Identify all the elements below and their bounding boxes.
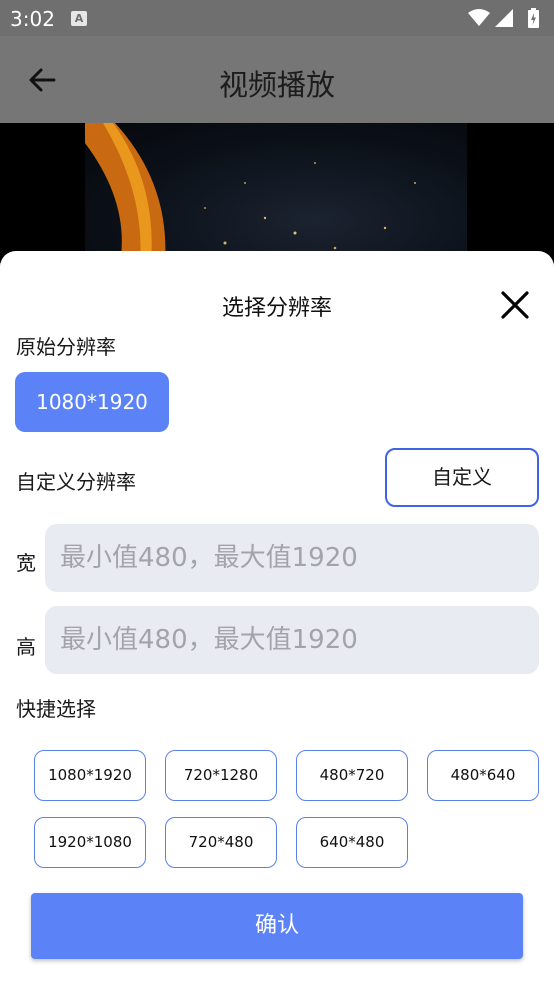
wifi-icon	[468, 9, 490, 26]
video-frame-image	[85, 123, 437, 263]
notification-a-icon: A	[71, 11, 87, 26]
sheet-title: 选择分辨率	[221, 296, 332, 321]
height-input[interactable]	[45, 606, 539, 674]
signal-icon	[495, 9, 513, 27]
quick-option-720x1280[interactable]: 720*1280	[165, 750, 277, 801]
height-label: 高	[16, 635, 36, 659]
quick-option-1920x1080[interactable]: 1920*1080	[34, 817, 146, 868]
width-label: 宽	[16, 551, 36, 575]
confirm-button[interactable]: 确认	[31, 893, 523, 959]
width-input[interactable]	[45, 524, 539, 592]
quick-option-720x480[interactable]: 720*480	[165, 817, 277, 868]
app-screen: 3:02 A 视频播放 选择分辨率 原始分辨率 1080*1920 自定义分辨率…	[0, 0, 554, 984]
quick-select-label: 快捷选择	[16, 697, 96, 721]
custom-resolution-button[interactable]: 自定义	[385, 448, 539, 507]
video-frame	[85, 123, 467, 263]
original-resolution-label: 原始分辨率	[16, 335, 116, 359]
app-bar: 视频播放	[0, 36, 554, 123]
close-icon[interactable]	[500, 290, 530, 320]
video-player[interactable]	[0, 123, 554, 263]
quick-option-480x640[interactable]: 480*640	[427, 750, 539, 801]
status-bar: 3:02 A	[0, 0, 554, 36]
page-title: 视频播放	[218, 68, 335, 102]
battery-charging-icon	[528, 8, 539, 28]
status-icons	[468, 7, 544, 29]
quick-option-640x480[interactable]: 640*480	[296, 817, 408, 868]
resolution-sheet: 选择分辨率 原始分辨率 1080*1920 自定义分辨率 自定义 宽 高 快捷选…	[0, 251, 554, 984]
original-resolution-button[interactable]: 1080*1920	[15, 372, 169, 432]
status-time: 3:02	[10, 7, 55, 31]
quick-option-1080x1920[interactable]: 1080*1920	[34, 750, 146, 801]
quick-option-480x720[interactable]: 480*720	[296, 750, 408, 801]
custom-resolution-label: 自定义分辨率	[16, 470, 136, 494]
